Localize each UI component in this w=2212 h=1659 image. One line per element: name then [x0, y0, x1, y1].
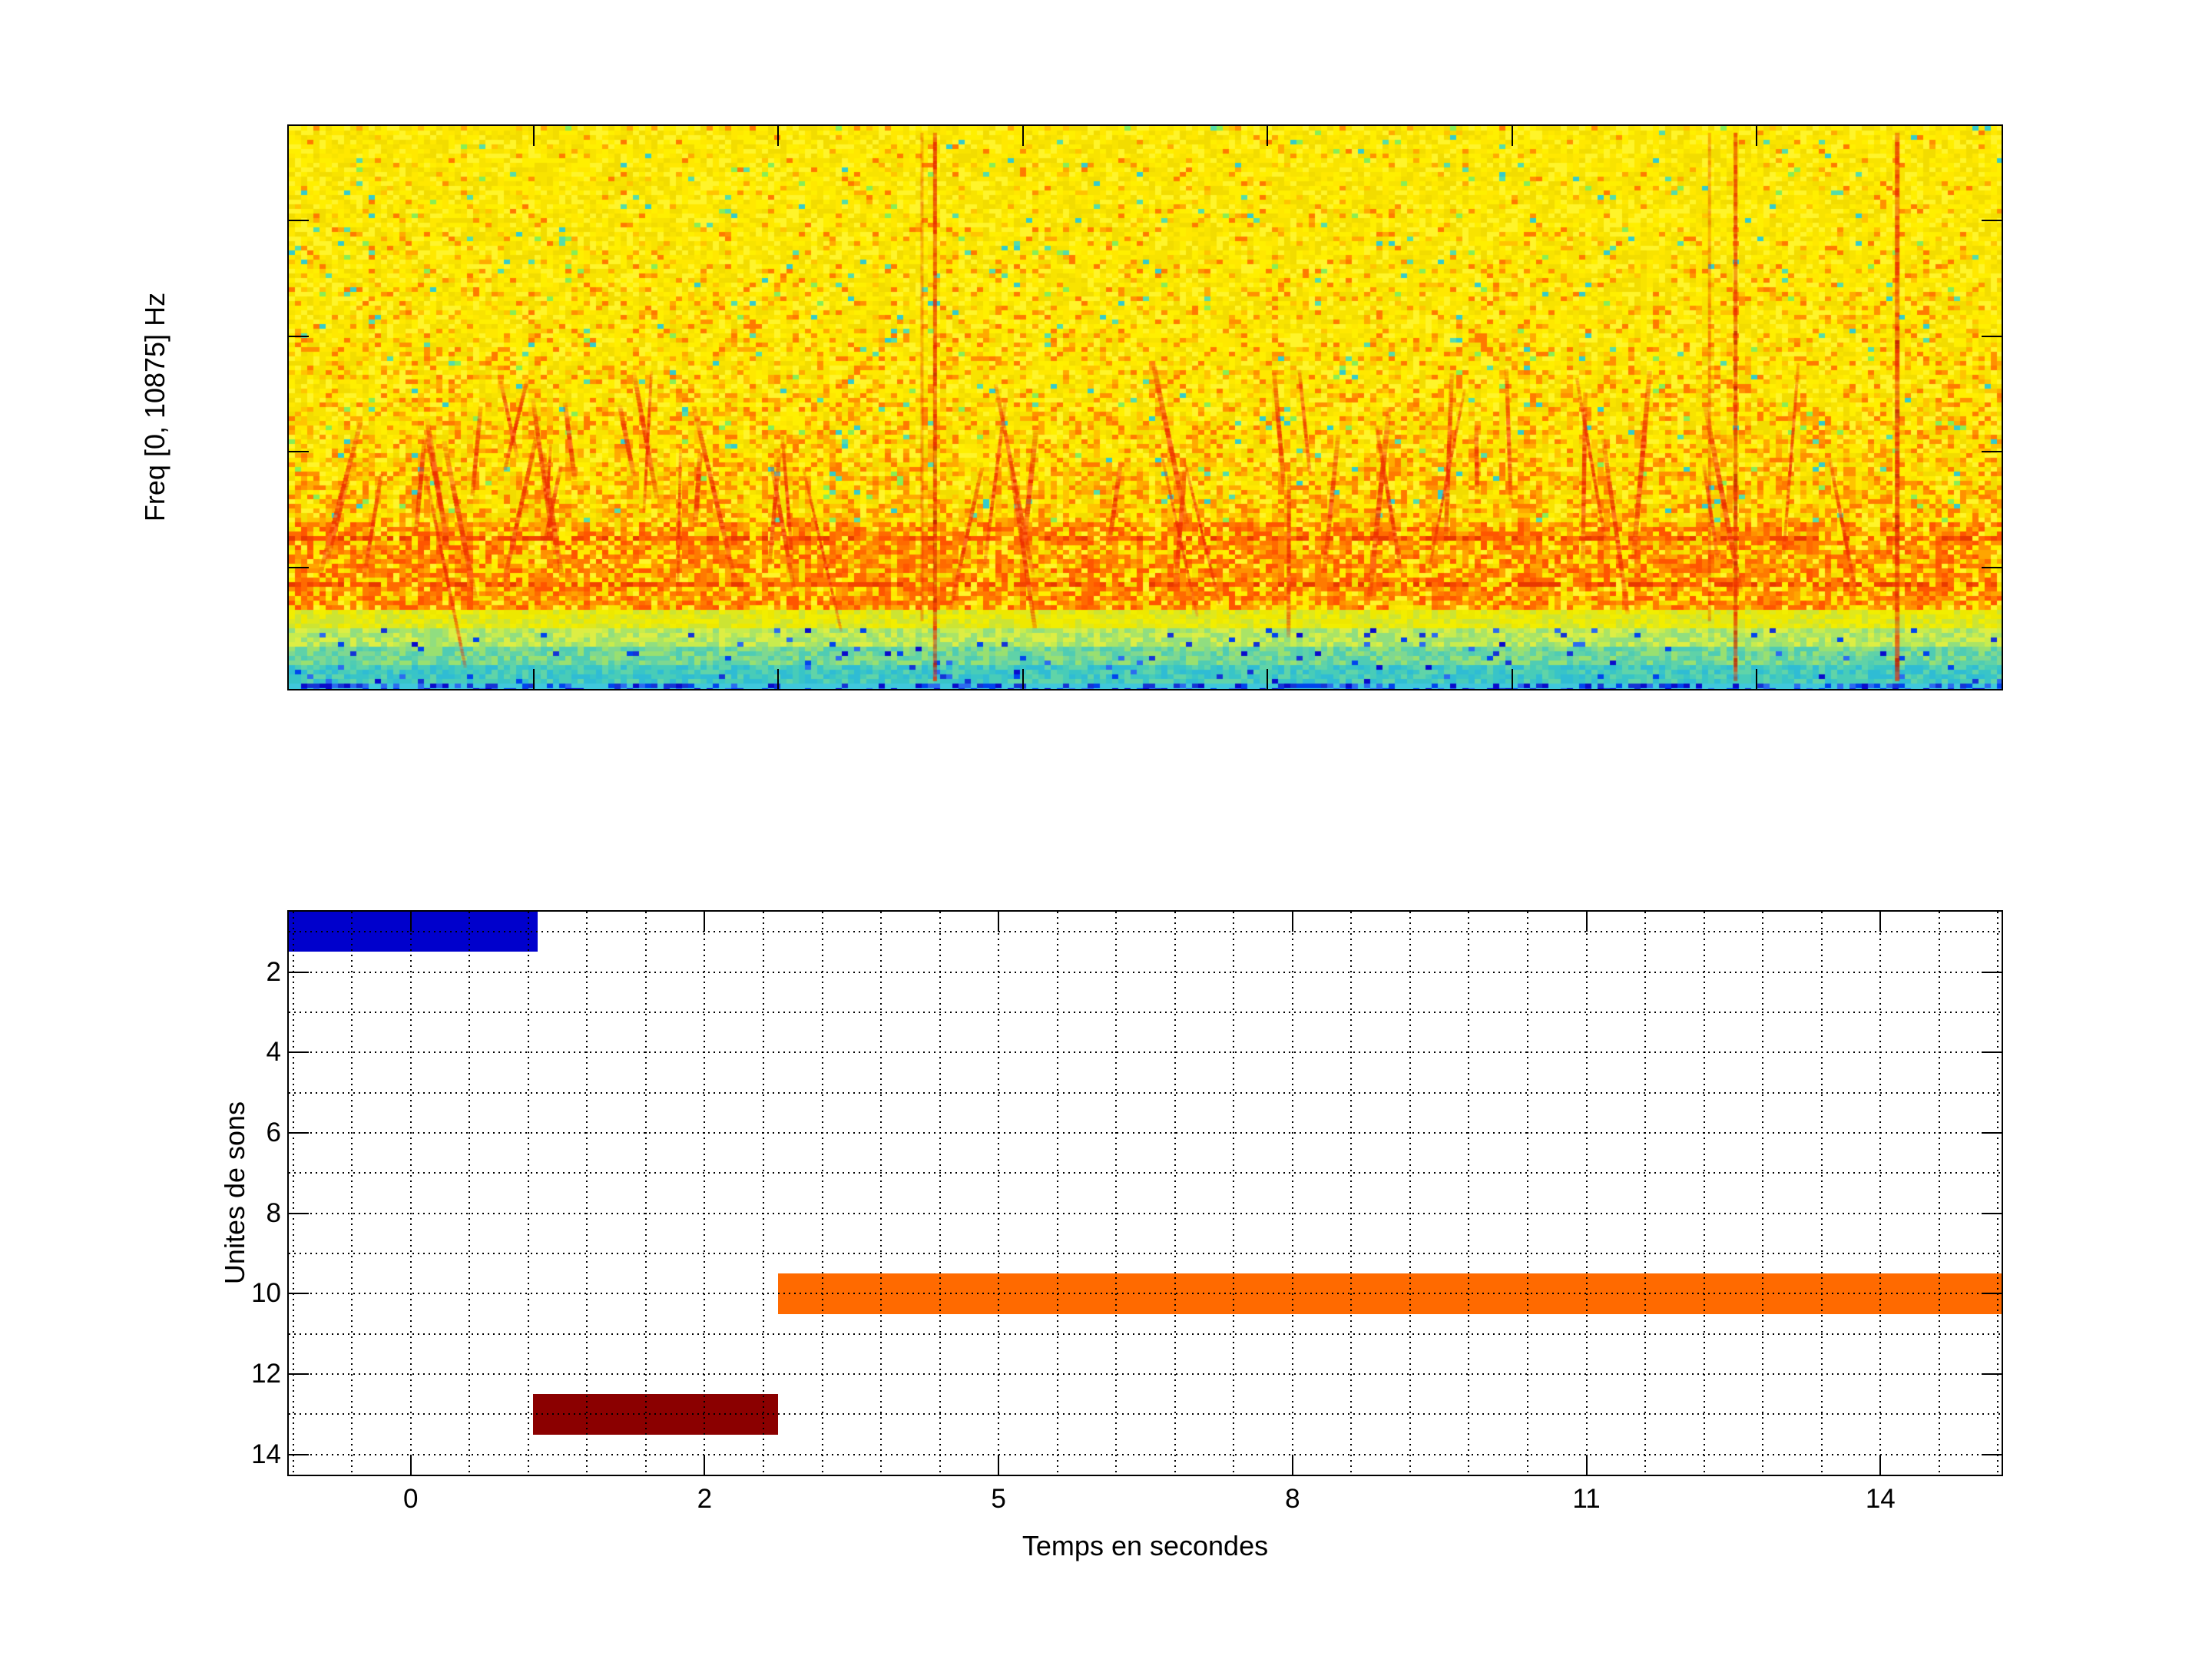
x-tick-label: 0 [402, 1484, 419, 1514]
timeline-x-tick [704, 1455, 706, 1475]
timeline-y-tick [1982, 1212, 2002, 1214]
y-tick-label: 12 [251, 1359, 281, 1389]
timeline-xlabel: Temps en secondes [1022, 1530, 1269, 1561]
spectrogram-x-tick [777, 669, 780, 689]
timeline-x-tick [998, 912, 1000, 932]
spectrogram-x-tick [1756, 669, 1758, 689]
timeline-y-tick [1982, 971, 2002, 973]
timeline-y-tick [289, 1373, 309, 1376]
spectrogram-y-tick [1982, 451, 2002, 453]
spectrogram-y-tick [289, 451, 309, 453]
spectrogram-x-tick [1022, 669, 1024, 689]
spectrogram-x-tick [1511, 669, 1513, 689]
spectrogram-x-tick [532, 669, 535, 689]
y-tick-label: 4 [266, 1037, 281, 1068]
timeline-x-tick [1585, 1455, 1588, 1475]
spectrogram-x-tick [1511, 126, 1513, 146]
timeline-ylabel: Unites de sons [219, 1101, 250, 1285]
y-tick-label: 14 [251, 1439, 281, 1469]
timeline-x-tick [1291, 1455, 1293, 1475]
spectrogram-x-tick [777, 126, 780, 146]
timeline-y-tick [289, 971, 309, 973]
spectrogram-y-tick [289, 220, 309, 222]
timeline-ticks [289, 912, 2002, 1475]
timeline-y-tick [289, 1051, 309, 1054]
timeline-x-tick [1879, 912, 1882, 932]
spectrogram-ticks [289, 126, 2002, 689]
spectrogram-y-tick [289, 567, 309, 569]
timeline-y-tick [289, 1453, 309, 1455]
spectrogram-y-tick [1982, 567, 2002, 569]
spectrogram-y-tick [1982, 220, 2002, 222]
timeline-y-tick [1982, 1293, 2002, 1295]
timeline-y-tick [289, 1131, 309, 1134]
spectrogram-x-tick [1267, 126, 1269, 146]
timeline-y-tick [1982, 1131, 2002, 1134]
spectrogram-y-tick [1982, 336, 2002, 338]
timeline-y-tick [1982, 1453, 2002, 1455]
timeline-x-tick [1585, 912, 1588, 932]
spectrogram-x-tick [532, 126, 535, 146]
x-tick-label: 11 [1572, 1484, 1601, 1514]
timeline-y-tick [1982, 1373, 2002, 1376]
y-tick-label: 2 [266, 956, 281, 987]
spectrogram-x-tick [1756, 126, 1758, 146]
timeline-x-tick [409, 1455, 412, 1475]
timeline-x-tick [704, 912, 706, 932]
timeline-y-tick [289, 1212, 309, 1214]
timeline-x-tick [409, 912, 412, 932]
timeline-y-tick [289, 1293, 309, 1295]
x-tick-label: 14 [1865, 1484, 1896, 1514]
spectrogram-y-tick [289, 336, 309, 338]
x-tick-label: 8 [1285, 1484, 1300, 1514]
timeline-panel [287, 910, 2003, 1476]
spectrogram-x-tick [1022, 126, 1024, 146]
spectrogram-x-tick [1267, 669, 1269, 689]
timeline-x-tick [998, 1455, 1000, 1475]
timeline-x-tick [1291, 912, 1293, 932]
figure: Freq [0, 10875] Hz 2 4 6 8 10 12 14 0 2 5 8 11 14 U… [0, 0, 2212, 1659]
timeline-x-tick [1879, 1455, 1882, 1475]
x-tick-label: 5 [991, 1484, 1006, 1514]
timeline-y-tick [1982, 1051, 2002, 1054]
spectrogram-panel [287, 124, 2003, 690]
x-tick-label: 2 [697, 1484, 713, 1514]
spectrogram-ylabel: Freq [0, 10875] Hz [139, 292, 171, 522]
